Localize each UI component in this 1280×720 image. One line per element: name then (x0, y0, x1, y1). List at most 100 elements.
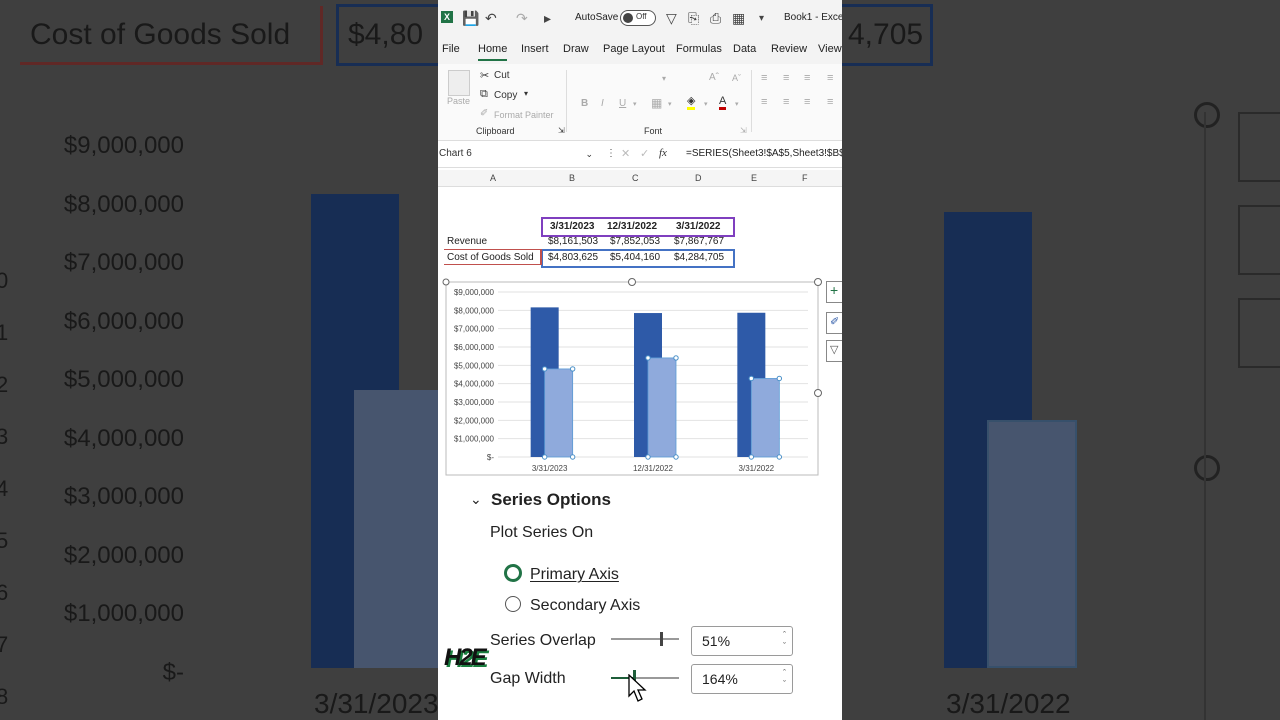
column-header-e[interactable]: E (751, 173, 757, 183)
spin-down-icon[interactable]: ˇ (783, 679, 786, 689)
primary-axis-label[interactable]: Primary Axis (530, 566, 619, 584)
column-header-a[interactable]: A (490, 173, 496, 183)
tab-draw[interactable]: Draw (563, 43, 589, 55)
clipboard-launcher-icon[interactable]: ⇲ (558, 126, 565, 135)
cogs-cell-2[interactable]: $5,404,160 (610, 252, 660, 263)
filter-icon[interactable]: ▽ (666, 10, 677, 27)
font-color-icon[interactable]: A (719, 96, 727, 110)
print-preview-icon[interactable]: ⎙ (710, 10, 721, 27)
wrap-icon[interactable]: ≡ (827, 72, 833, 84)
italic-icon[interactable]: I (601, 98, 604, 109)
y-tick-label: $8,000,000 (454, 306, 495, 315)
borders-icon[interactable]: ▦ (651, 96, 662, 110)
enter-formula-icon[interactable]: ✓ (640, 147, 649, 160)
gap-width-spinner[interactable]: 164% ˆ ˇ (691, 664, 793, 694)
column-header-b[interactable]: B (569, 173, 575, 183)
spin-down-icon[interactable]: ˇ (783, 641, 786, 651)
series-options-heading[interactable]: Series Options (491, 490, 611, 510)
tab-home[interactable]: Home (478, 43, 508, 61)
series-overlap-spinner[interactable]: 51% ˆ ˇ (691, 626, 793, 656)
align-top-icon[interactable]: ≡ (761, 72, 767, 84)
spin-up-icon[interactable]: ˆ (783, 668, 786, 678)
align-left-icon[interactable]: ≡ (761, 96, 767, 108)
bold-icon[interactable]: B (581, 98, 588, 109)
format-painter-button[interactable]: Format Painter (494, 110, 554, 120)
format-painter-icon[interactable]: ✐ (480, 108, 488, 119)
copy-dropdown-icon[interactable]: ▾ (524, 89, 528, 98)
font-size-dropdown-icon[interactable]: ▾ (662, 74, 666, 83)
chart-filters-button[interactable]: ▽ (826, 340, 842, 362)
align-right-icon[interactable]: ≡ (804, 96, 810, 108)
revenue-cell-2[interactable]: $7,852,053 (610, 236, 660, 247)
spin-up-icon[interactable]: ˆ (783, 630, 786, 640)
tab-insert[interactable]: Insert (521, 43, 549, 55)
column-header-d[interactable]: D (695, 173, 702, 183)
secondary-axis-label[interactable]: Secondary Axis (530, 597, 640, 615)
autosave-toggle[interactable]: Off (620, 10, 656, 26)
tab-file[interactable]: File (442, 43, 460, 55)
formula-input[interactable]: =SERIES(Sheet3!$A$5,Sheet3!$B$ (686, 148, 842, 159)
form-icon[interactable]: ▦ (732, 10, 745, 27)
cut-button[interactable]: Cut (494, 70, 510, 81)
primary-axis-radio[interactable] (504, 564, 522, 582)
name-box-dropdown-icon[interactable]: ⌄ (585, 149, 593, 160)
chart-elements-button[interactable]: + (826, 281, 842, 303)
copy-button[interactable]: Copy (494, 90, 517, 101)
formula-more-icon[interactable]: ⋮ (606, 148, 616, 159)
underline-icon[interactable]: U (619, 98, 626, 109)
indent-icon[interactable]: ≡ (827, 96, 833, 108)
series-overlap-slider[interactable] (611, 632, 679, 646)
copy-icon[interactable]: ⧉ (480, 88, 488, 101)
series-overlap-value[interactable]: 51% (702, 633, 730, 649)
customize-qat-icon[interactable]: ▾ (759, 13, 764, 24)
align-center-icon[interactable]: ≡ (783, 96, 789, 108)
cogs-cell-1[interactable]: $4,803,625 (548, 252, 598, 263)
name-box[interactable]: Chart 6 ⌄ (438, 148, 599, 163)
increase-font-icon[interactable]: Aˆ (709, 72, 719, 83)
header-cell-3[interactable]: 3/31/2022 (676, 221, 721, 232)
cancel-formula-icon[interactable]: ✕ (621, 147, 630, 160)
autosave-label: AutoSave (575, 12, 619, 23)
tab-review[interactable]: Review (771, 43, 807, 55)
font-color-dropdown-icon[interactable]: ▾ (735, 100, 739, 108)
selection-handle (569, 366, 576, 372)
column-chart[interactable]: $9,000,000 $8,000,000 $7,000,000 $6,000,000… (438, 276, 842, 476)
revenue-cell-1[interactable]: $8,161,503 (548, 236, 598, 247)
fill-color-dropdown-icon[interactable]: ▾ (704, 100, 708, 108)
collapse-chevron-icon[interactable]: ⌄ (470, 491, 482, 508)
fill-color-icon[interactable]: ◈ (687, 96, 696, 110)
row-label-revenue[interactable]: Revenue (447, 236, 487, 247)
paste-button[interactable]: Paste (447, 96, 470, 106)
decrease-font-icon[interactable]: Aˇ (732, 73, 741, 83)
cut-icon[interactable]: ✂ (480, 69, 489, 82)
tab-formulas[interactable]: Formulas (676, 43, 722, 55)
redo-icon[interactable]: ↷ (516, 10, 528, 27)
gap-width-value[interactable]: 164% (702, 671, 738, 687)
secondary-axis-radio[interactable] (505, 596, 521, 612)
chart-styles-button[interactable]: ✐ (826, 312, 842, 334)
column-header-f[interactable]: F (802, 173, 808, 183)
font-launcher-icon[interactable]: ⇲ (740, 126, 747, 135)
series-overlap-label: Series Overlap (490, 632, 596, 649)
insert-function-icon[interactable]: fx (659, 147, 667, 159)
copy-format-icon[interactable]: ⎘ (688, 10, 699, 27)
undo-icon[interactable]: ↶ (485, 10, 497, 27)
paste-icon[interactable] (448, 70, 470, 96)
underline-dropdown-icon[interactable]: ▾ (633, 100, 637, 108)
revenue-cell-3[interactable]: $7,867,767 (674, 236, 724, 247)
cogs-cell-3[interactable]: $4,284,705 (674, 252, 724, 263)
header-cell-2[interactable]: 12/31/2022 (607, 221, 657, 232)
align-bottom-icon[interactable]: ≡ (804, 72, 810, 84)
column-header-c[interactable]: C (632, 173, 639, 183)
clipboard-group-label: Clipboard (476, 126, 515, 136)
tab-page-layout[interactable]: Page Layout (603, 43, 665, 55)
save-icon[interactable]: 💾 (462, 10, 479, 27)
tab-view[interactable]: View (818, 43, 842, 55)
tab-data[interactable]: Data (733, 43, 756, 55)
slider-thumb[interactable] (660, 632, 663, 646)
header-cell-1[interactable]: 3/31/2023 (550, 221, 595, 232)
touch-mode-icon[interactable]: ▸ (544, 10, 551, 27)
align-middle-icon[interactable]: ≡ (783, 72, 789, 84)
row-label-cogs[interactable]: Cost of Goods Sold (447, 252, 534, 263)
borders-dropdown-icon[interactable]: ▾ (668, 100, 672, 108)
